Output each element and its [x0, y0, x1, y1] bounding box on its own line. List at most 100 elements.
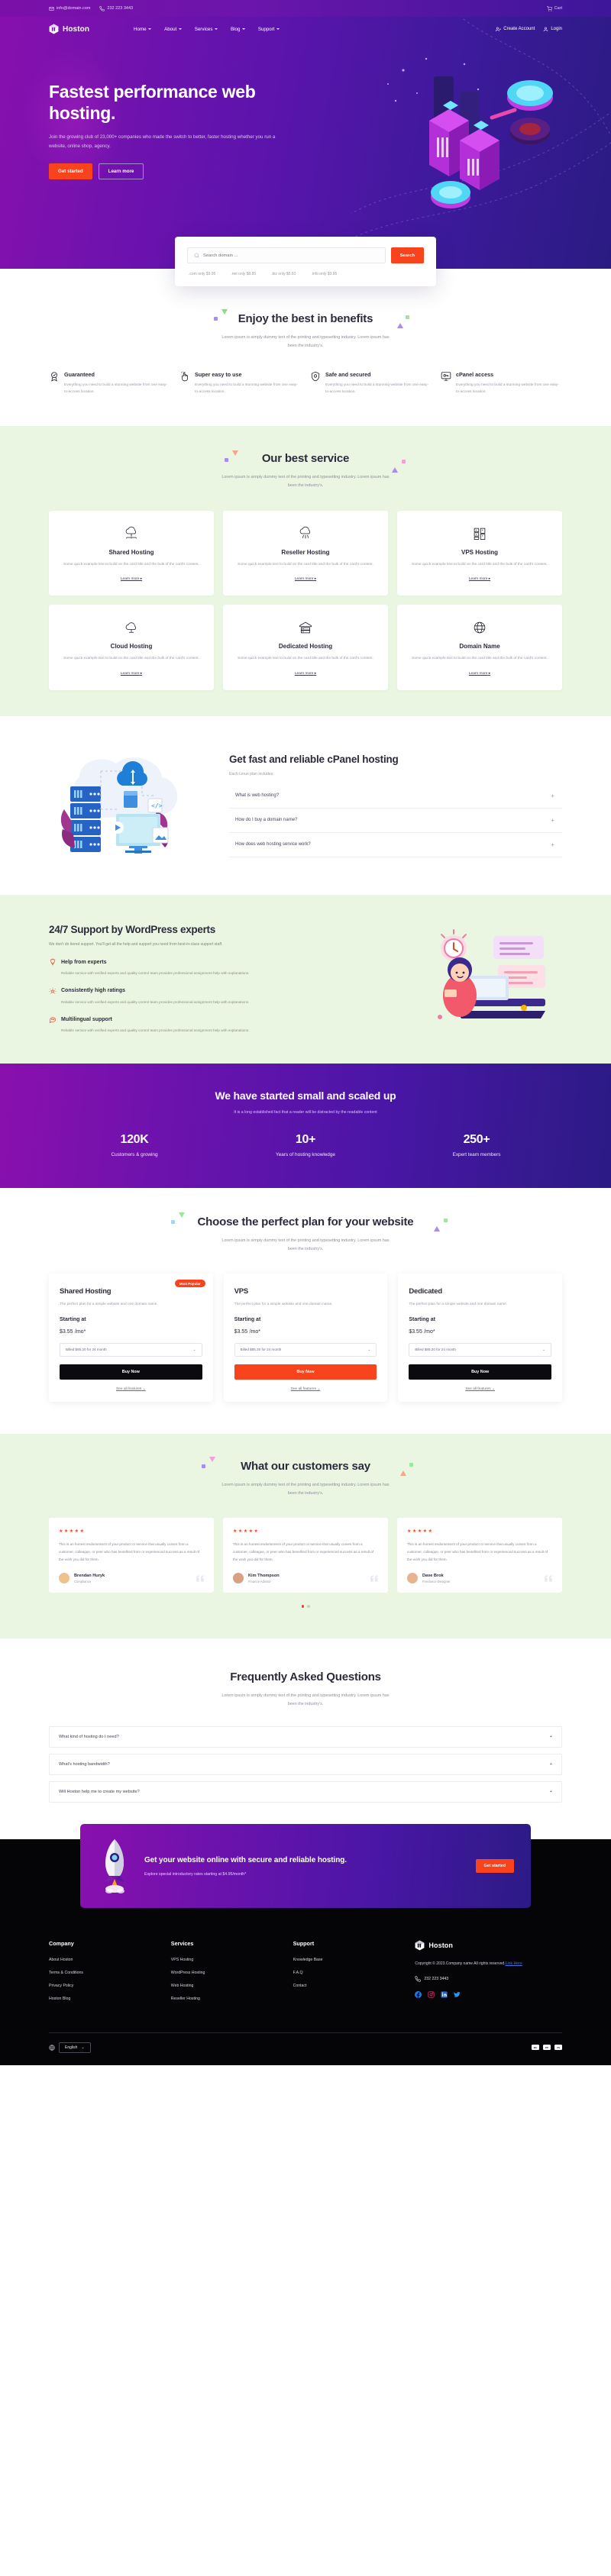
learn-more-button[interactable]: Learn more [98, 163, 144, 180]
see-all-features-link[interactable]: See all features ⌄ [409, 1387, 551, 1391]
faq-item[interactable]: Will Hoston help me to create my website… [49, 1780, 562, 1803]
billing-term-select[interactable]: Billed $85.20 for 24 month ⌄ [234, 1342, 377, 1357]
footer-link[interactable]: Reseller Hosting [171, 1997, 286, 2001]
plus-icon[interactable]: + [551, 817, 554, 824]
footer-link[interactable]: Terms & Conditions [49, 1971, 163, 1975]
faq-item[interactable]: What's hosting bandwidth? + [49, 1753, 562, 1775]
avatar [407, 1573, 418, 1584]
plus-icon[interactable]: + [551, 841, 554, 848]
testimonials-title: What our customers say [241, 1459, 370, 1473]
buy-now-button[interactable]: Buy Now [60, 1364, 202, 1380]
accordion-item[interactable]: How do I buy a domain name? + [229, 809, 562, 833]
search-icon [194, 253, 199, 258]
service-card[interactable]: Cloud Hosting Some quick example text to… [49, 605, 214, 690]
service-card[interactable]: Shared Hosting Some quick example text t… [49, 510, 214, 596]
service-learn-more-link[interactable]: Learn more ▸ [469, 672, 490, 676]
domain-search-field[interactable] [187, 247, 386, 263]
plus-icon[interactable]: + [550, 1790, 552, 1794]
footer-link[interactable]: VPS Hosting [171, 1958, 286, 1962]
cart-button[interactable]: Cart [546, 5, 562, 11]
avatar [59, 1573, 70, 1584]
footer-brand[interactable]: Hoston [415, 1940, 562, 1951]
plus-icon[interactable]: + [550, 1762, 552, 1767]
service-learn-more-link[interactable]: Learn more ▸ [121, 577, 142, 581]
topbar-email[interactable]: info@domain.com [49, 6, 90, 11]
footer-link[interactable]: Knowledge Base [293, 1958, 408, 1962]
footer-link[interactable]: About Hoston [49, 1958, 163, 1962]
billing-term-select[interactable]: Billed $85.20 for 24 month ⌄ [60, 1342, 202, 1357]
carousel-dot[interactable] [307, 1605, 310, 1608]
nav-item-services[interactable]: Services [195, 27, 218, 32]
linkedin-icon[interactable] [441, 1991, 448, 1999]
twitter-icon[interactable] [454, 1991, 461, 1998]
testimonial-name: Dave Brok [422, 1573, 444, 1578]
footer-link[interactable]: Web Hosting [171, 1984, 286, 1988]
domain-search-button[interactable]: Search [390, 247, 424, 263]
hero-title: Fastest performance web hosting. [49, 82, 256, 124]
language-select[interactable]: English ⌄ [59, 2042, 91, 2053]
faq-subtitle: Lorem ipsum is simply dummy text of the … [221, 1693, 390, 1707]
nav-item-support[interactable]: Support [258, 27, 280, 32]
cpanel-accordion: What is web hosting? + How do I buy a do… [229, 784, 562, 857]
faq-question: What kind of hosting do I need? [59, 1734, 119, 1739]
see-all-features-link[interactable]: See all features ⌄ [60, 1387, 202, 1391]
faq-list: What kind of hosting do I need? + What's… [49, 1725, 562, 1803]
nav-item-about-label: About [164, 26, 177, 32]
nav-item-home[interactable]: Home [134, 27, 152, 32]
nav-item-blog[interactable]: Blog [231, 27, 245, 32]
accordion-item[interactable]: What is web hosting? + [229, 784, 562, 809]
faq-item[interactable]: What kind of hosting do I need? + [49, 1725, 562, 1748]
service-card[interactable]: Dedicated Hosting Some quick example tex… [223, 605, 388, 690]
brand-logo[interactable]: Hoston [49, 24, 89, 34]
service-learn-more-label: Learn more [468, 577, 488, 582]
stat-item: 250+ Expert team members [391, 1133, 562, 1157]
instagram-icon[interactable] [428, 1991, 435, 1999]
cta-get-started-button[interactable]: Get started [475, 1858, 514, 1873]
billing-term-label: Billed $85.20 for 24 month [415, 1348, 456, 1352]
footer-link[interactable]: Hoston Blog [49, 1997, 163, 2001]
chevron-down-icon: ⌄ [367, 1347, 371, 1351]
footer-copyright-link[interactable]: Link Here [506, 1961, 522, 1966]
footer-link[interactable]: WordPress Hosting [171, 1971, 286, 1975]
footer-link[interactable]: Privacy Policy [49, 1984, 163, 1988]
carousel-dot[interactable] [301, 1605, 304, 1608]
cpanel-section: </> Get fast and reliable cPanel hosting… [0, 715, 611, 895]
plan-period: /mo* [74, 1328, 86, 1335]
footer-link[interactable]: Contact [293, 1984, 408, 1988]
see-all-features-link[interactable]: See all features ⌄ [234, 1387, 377, 1391]
plan-description: The perfect plan for a simple website an… [409, 1303, 508, 1307]
footer-link[interactable]: F.A.Q [293, 1971, 408, 1975]
buy-now-button[interactable]: Buy Now [234, 1364, 377, 1380]
plus-icon[interactable]: + [550, 1735, 552, 1739]
buy-now-button[interactable]: Buy Now [409, 1364, 551, 1380]
footer-copyright: Copyright © 2023.Company name All rights… [415, 1961, 562, 1968]
topbar-phone[interactable]: 232 223 3443 [99, 5, 133, 11]
service-learn-more-link[interactable]: Learn more ▸ [295, 672, 316, 676]
language-selector[interactable]: English ⌄ [49, 2042, 91, 2053]
nav-item-about[interactable]: About [164, 27, 182, 32]
decor-square [214, 317, 218, 321]
cta-title: Get your website online with secure and … [144, 1856, 347, 1865]
service-learn-more-link[interactable]: Learn more ▸ [121, 672, 142, 676]
plus-icon[interactable]: + [551, 792, 554, 799]
carousel-pagination[interactable] [49, 1605, 562, 1608]
monitor-key-icon [441, 372, 451, 381]
service-learn-more-link[interactable]: Learn more ▸ [469, 577, 490, 581]
service-card[interactable]: VPS Hosting Some quick example text to b… [397, 510, 562, 596]
footer-wrapper: Get your website online with secure and … [0, 1823, 611, 2065]
service-learn-more-link[interactable]: Learn more ▸ [295, 577, 316, 581]
footer-phone[interactable]: 232 223 3443 [415, 1976, 562, 1983]
pricing-heading: Choose the perfect plan for your website… [49, 1212, 562, 1254]
stat-number: 250+ [463, 1132, 490, 1146]
domain-search-input[interactable] [203, 253, 379, 258]
accordion-item[interactable]: How does web hosting service work? + [229, 833, 562, 857]
service-card[interactable]: Reseller Hosting Some quick example text… [223, 510, 388, 596]
topbar-email-label: info@domain.com [57, 6, 91, 11]
decor-square [444, 1218, 448, 1222]
phone-icon [415, 1976, 422, 1983]
get-started-button[interactable]: Get started [49, 163, 92, 180]
facebook-icon[interactable] [415, 1991, 422, 1999]
billing-term-select[interactable]: Billed $85.20 for 24 month ⌄ [409, 1342, 551, 1357]
service-card[interactable]: Domain Name Some quick example text to b… [397, 605, 562, 690]
globe-icon [49, 2044, 55, 2051]
